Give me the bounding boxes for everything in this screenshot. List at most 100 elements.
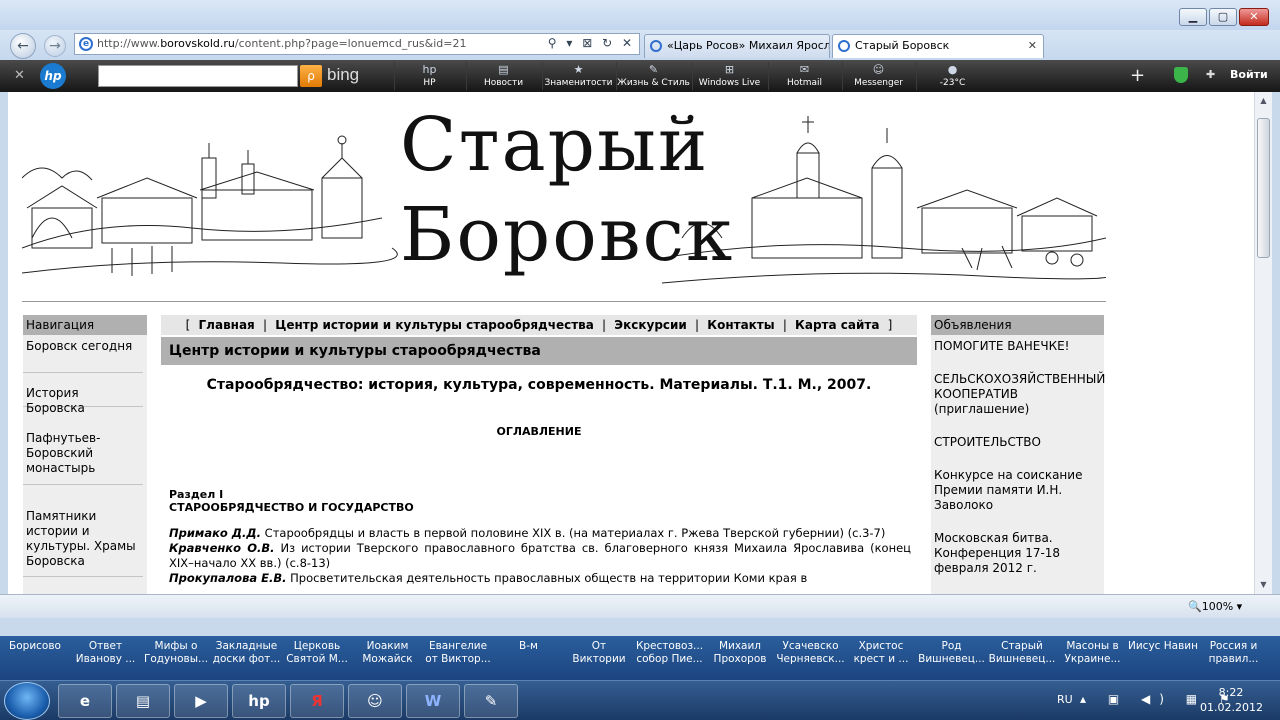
hp-item-celebrities[interactable]: ★ Знаменитости <box>542 62 614 90</box>
announcement-conference[interactable]: Московская битва. Конференция 17-18 февр… <box>931 531 1104 576</box>
desktop-link[interactable]: Россия и правил... <box>1199 640 1269 666</box>
address-bar[interactable]: e http://www.borovskold.ru/content.php?p… <box>74 33 640 55</box>
toc-entry: Прокупалова Е.В. Просветительская деятел… <box>161 571 917 586</box>
desktop-link[interactable]: Род Вишневец... <box>917 640 987 666</box>
lifestyle-icon: ✎ <box>648 63 659 76</box>
toc-title: ОГЛАВЛЕНИЕ <box>496 425 582 438</box>
tab-tsar-rosov[interactable]: «Царь Росов» Михаил Яросл... <box>644 34 830 58</box>
tab-title: Старый Боровск <box>855 39 950 52</box>
window-frame-bottom <box>0 618 1280 636</box>
menu-main[interactable]: Главная <box>199 318 255 332</box>
bing-search-input[interactable] <box>98 65 298 87</box>
menu-contacts[interactable]: Контакты <box>707 318 774 332</box>
announcements-heading: Объявления <box>931 315 1104 335</box>
hp-item-lifestyle[interactable]: ✎ Жизнь & Стиль <box>616 62 690 90</box>
hp-item-news[interactable]: ▤ Новости <box>466 62 540 90</box>
menu-oldbelief-center[interactable]: Центр истории и культуры старообрядчеств… <box>275 318 594 332</box>
desktop-links-bar: Борисово Ответ Иванову ... Мифы о Годуновы… <box>0 636 1280 680</box>
desktop-link[interactable]: Церковь Святой М... <box>282 640 352 666</box>
hp-item-hotmail[interactable]: ✉ Hotmail <box>768 62 840 90</box>
banner-divider <box>22 301 1106 302</box>
maximize-button[interactable]: ▢ <box>1209 8 1237 26</box>
close-toolbar-icon[interactable]: ✕ <box>14 68 25 83</box>
hp-item-weather[interactable]: ● -23°C <box>916 62 988 90</box>
ie-taskbar-icon[interactable]: e <box>58 684 112 718</box>
desktop-link[interactable]: Старый Вишневец... <box>987 640 1057 666</box>
close-window-button[interactable]: ✕ <box>1239 8 1269 26</box>
desktop-link[interactable]: Ответ Иванову ... <box>71 640 141 666</box>
search-button[interactable]: ρ <box>300 65 322 87</box>
back-button[interactable]: ← <box>10 33 36 59</box>
top-menu: [ Главная | Центр истории и культуры ста… <box>161 315 917 335</box>
desktop-link[interactable]: Иисус Навин <box>1128 640 1198 653</box>
hp-item-hp[interactable]: hp HP <box>394 62 464 90</box>
desktop-link[interactable]: Христос крест и ... <box>846 640 916 666</box>
hp-item-windows-live[interactable]: ⊞ Windows Live <box>692 62 766 90</box>
clock[interactable]: 8:22 01.02.2012 <box>1200 685 1263 715</box>
clock-date: 01.02.2012 <box>1200 701 1263 714</box>
login-button[interactable]: Войти <box>1230 68 1268 81</box>
minimize-button[interactable]: ▁ <box>1179 8 1207 26</box>
paint-taskbar-icon[interactable]: ✎ <box>464 684 518 718</box>
hp-logo-icon[interactable]: hp <box>40 63 66 89</box>
messenger-icon: ☺ <box>872 63 885 76</box>
star-icon: ★ <box>573 63 584 76</box>
nav-item-monastery[interactable]: Пафнутьев-Боровский монастырь <box>23 407 143 485</box>
tab-title: «Царь Росов» Михаил Яросл... <box>667 39 830 52</box>
hp-item-messenger[interactable]: ☺ Messenger <box>842 62 914 90</box>
hp-icon: hp <box>422 63 437 76</box>
add-icon[interactable]: + <box>1130 65 1145 86</box>
hp-taskbar-icon[interactable]: hp <box>232 684 286 718</box>
desktop-link[interactable]: В-м <box>494 640 564 653</box>
wrench-icon[interactable]: ✚ <box>1206 68 1215 81</box>
start-button[interactable] <box>4 682 50 720</box>
announcement-help[interactable]: ПОМОГИТЕ ВАНЕЧКЕ! <box>931 339 1104 354</box>
desktop-link[interactable]: Иоаким Можайск <box>353 640 423 666</box>
close-tab-icon[interactable]: ✕ <box>1028 35 1037 57</box>
desktop-link[interactable]: Михаил Прохоров <box>705 640 775 666</box>
book-title: Старообрядчество: история, культура, сов… <box>206 377 872 393</box>
ie-tab-icon <box>650 40 662 52</box>
nav-item-history[interactable]: История Боровска <box>23 373 143 415</box>
shield-icon[interactable] <box>1174 67 1188 83</box>
yandex-taskbar-icon[interactable]: Я <box>290 684 344 718</box>
announcement-cooperative[interactable]: СЕЛЬСКОХОЗЯЙСТВЕННЫЙ КООПЕРАТИВ (приглаш… <box>931 372 1105 417</box>
desktop-link[interactable]: Усачевско Черняевск... <box>776 640 846 666</box>
desktop-link[interactable]: От Виктории <box>564 640 634 666</box>
navigation-heading: Навигация <box>23 315 147 335</box>
nav-item-borovsk-today[interactable]: Боровск сегодня <box>23 335 143 373</box>
desktop-link[interactable]: Борисово <box>0 640 70 653</box>
desktop-link[interactable]: Крестовоз... собор Пие... <box>635 640 705 666</box>
left-navigation: Навигация Боровск сегодня История Боровс… <box>23 315 147 594</box>
menu-excursions[interactable]: Экскурсии <box>614 318 687 332</box>
forward-button[interactable]: → <box>44 35 66 57</box>
desktop-link[interactable]: Масоны в Украине... <box>1058 640 1128 666</box>
scroll-up-icon[interactable]: ▲ <box>1255 94 1272 108</box>
word-taskbar-icon[interactable]: W <box>406 684 460 718</box>
news-icon: ▤ <box>498 63 509 76</box>
tab-staryi-borovsk[interactable]: Старый Боровск ✕ <box>832 34 1044 58</box>
zoom-control[interactable]: 🔍100% ▾ <box>1188 600 1242 613</box>
mail-icon: ✉ <box>799 63 810 76</box>
menu-sitemap[interactable]: Карта сайта <box>795 318 879 332</box>
desktop-link[interactable]: Закладные доски фот... <box>212 640 282 666</box>
address-url[interactable]: http://www.borovskold.ru/content.php?pag… <box>97 37 466 50</box>
scroll-down-icon[interactable]: ▼ <box>1255 578 1272 592</box>
explorer-taskbar-icon[interactable]: ▤ <box>116 684 170 718</box>
media-player-taskbar-icon[interactable]: ▶ <box>174 684 228 718</box>
messenger-taskbar-icon[interactable]: ☺ <box>348 684 402 718</box>
desktop-link[interactable]: Евангелие от Виктор... <box>423 640 493 666</box>
announcement-construction[interactable]: СТРОИТЕЛЬСТВО <box>931 435 1104 450</box>
entry-text: Просветительская деятельность православн… <box>290 571 808 585</box>
language-indicator[interactable]: RU <box>1057 693 1073 706</box>
ie-page-icon: e <box>79 37 93 51</box>
desktop-link[interactable]: Мифы о Годуновы... <box>141 640 211 666</box>
scrollbar-thumb[interactable] <box>1257 118 1270 258</box>
announcement-prize[interactable]: Конкурсе на соискание Премии памяти И.Н.… <box>931 468 1104 513</box>
announcements-column: Объявления ПОМОГИТЕ ВАНЕЧКЕ! СЕЛЬСКОХОЗЯ… <box>931 315 1105 594</box>
status-bar: 🔍100% ▾ <box>0 594 1280 618</box>
hp-toolbar: ✕ hp ρ bing hp HP ▤ Новости ★ Знаменитости … <box>0 60 1280 92</box>
vertical-scrollbar[interactable]: ▲ ▼ <box>1254 92 1272 594</box>
address-tools[interactable]: ⚲ ▾ ⊠ ↻ ✕ <box>548 36 635 50</box>
nav-item-monuments[interactable]: Памятники истории и культуры. Храмы Боро… <box>23 485 143 577</box>
